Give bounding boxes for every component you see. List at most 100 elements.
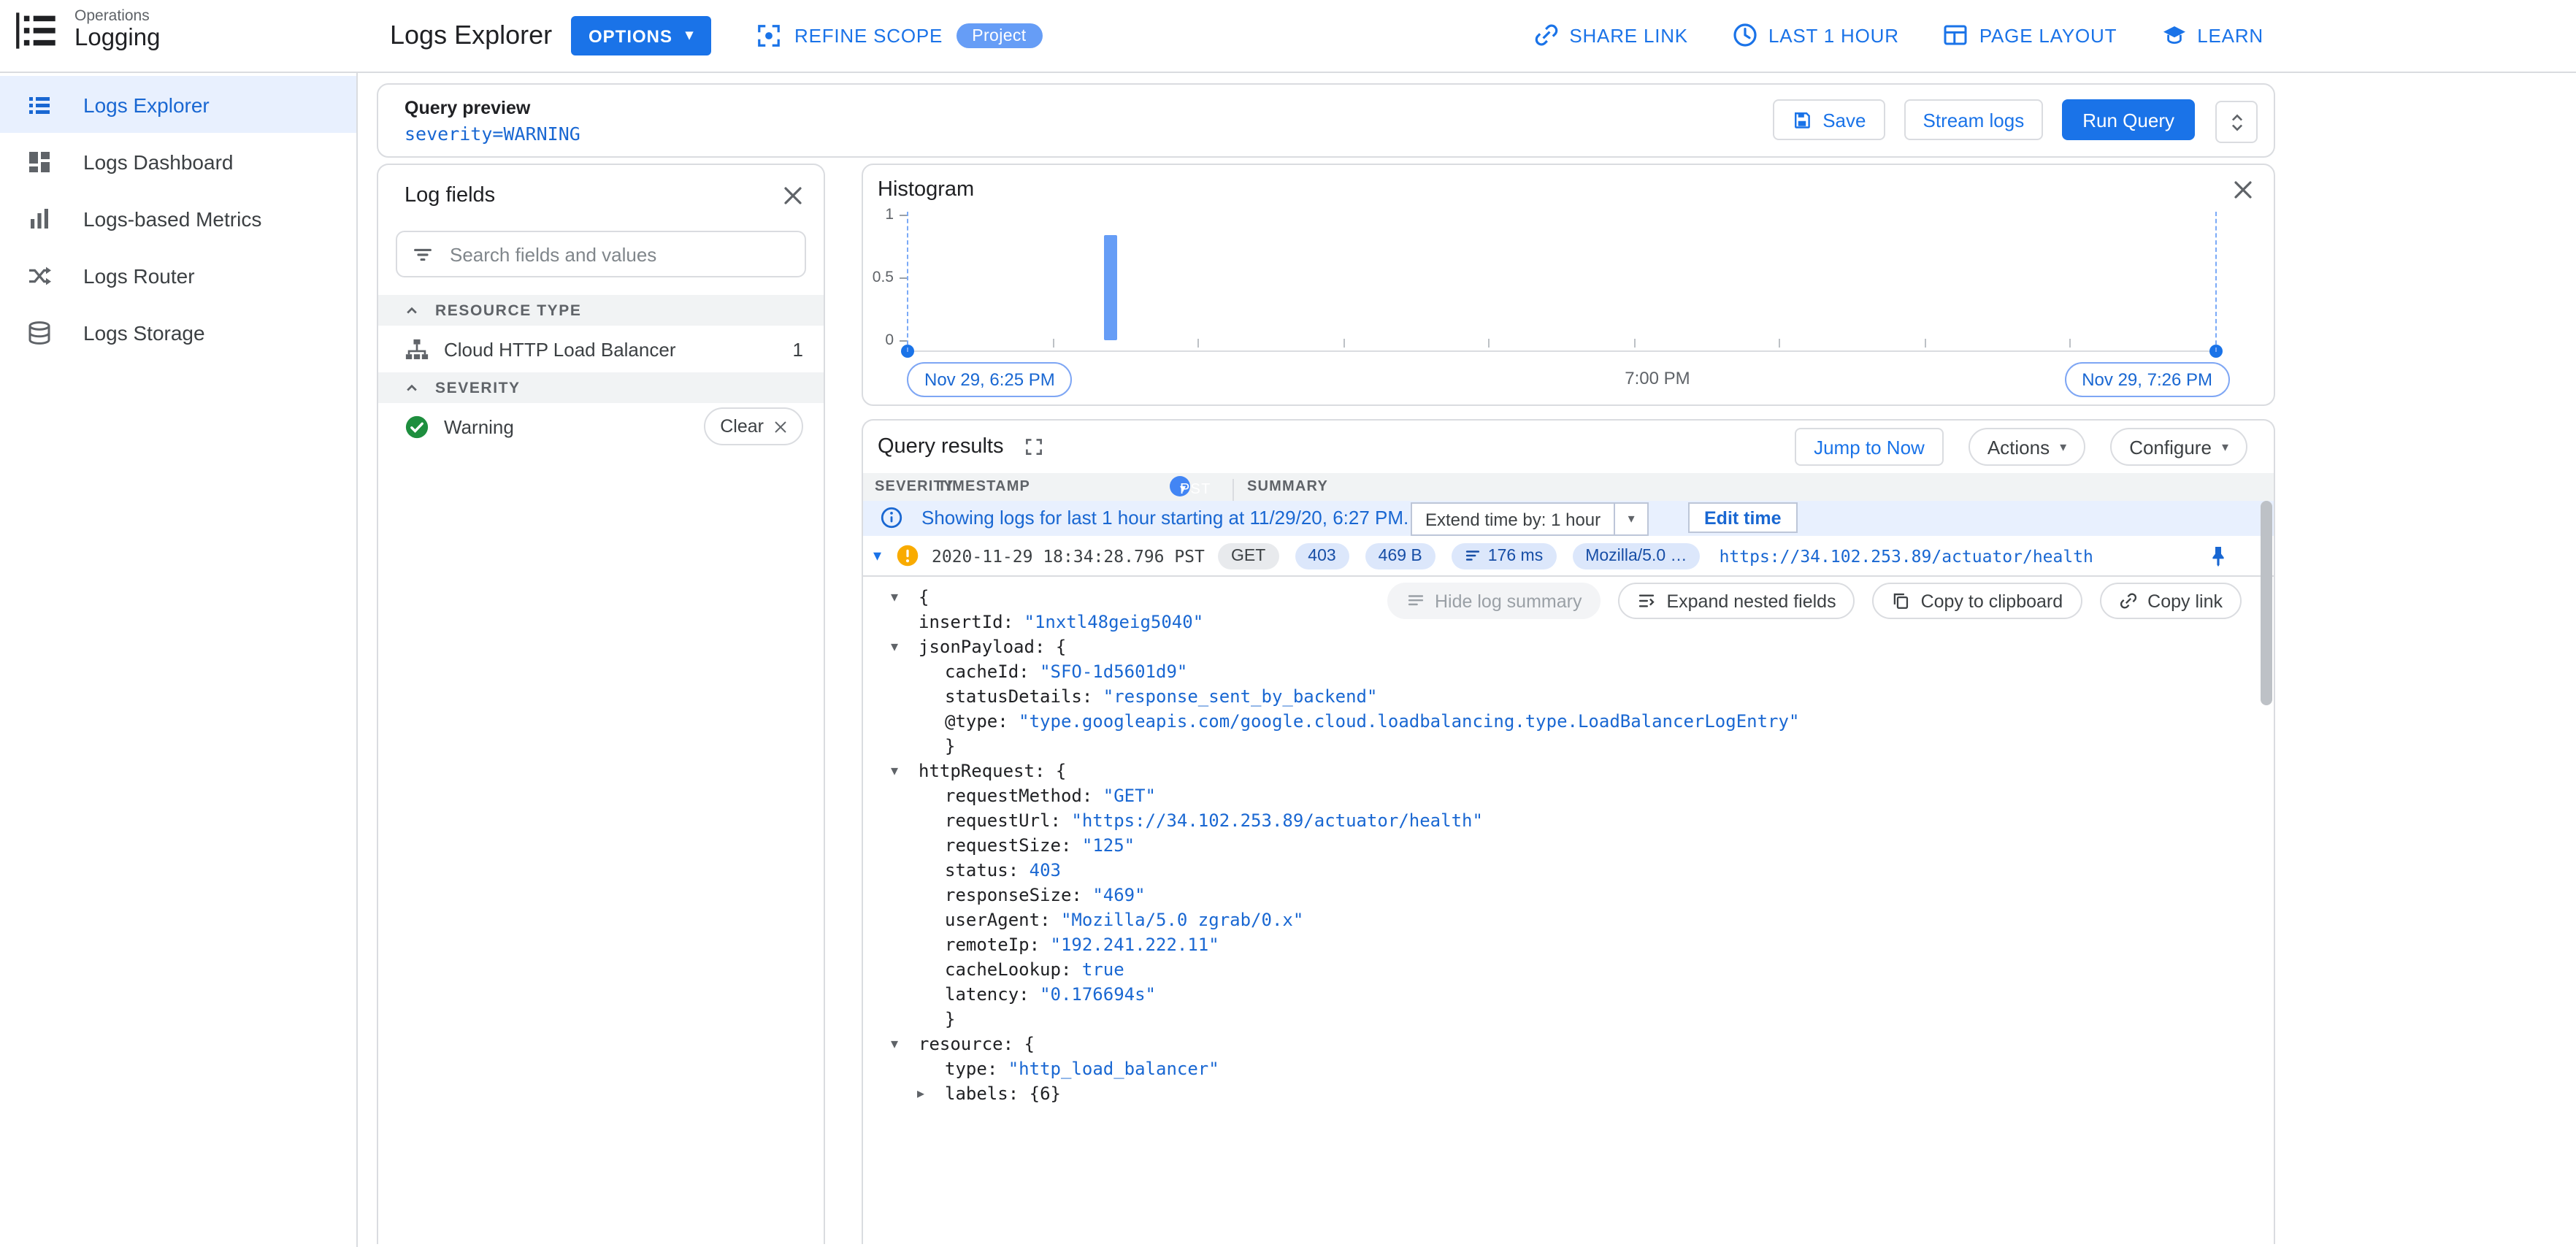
load-balancer-icon [405,337,429,361]
json-value: "https://34.102.253.89/actuator/health" [1071,810,1483,831]
json-line: requestMethod: "GET" [863,784,2274,809]
filter-icon [412,243,434,265]
range-end-line [2215,212,2217,352]
sidebar-item-logs-storage[interactable]: Logs Storage [0,304,356,361]
json-punct: { [1055,761,1067,781]
json-value: "SFO-1d5601d9" [1040,661,1188,682]
json-colon: : [1003,1034,1024,1054]
copy-link-button[interactable]: Copy link [2099,583,2242,619]
chip-label: 403 [1308,547,1336,564]
json-line: type: "http_load_balancer" [863,1057,2274,1082]
info-banner: Showing logs for last 1 hour starting at… [863,501,2274,536]
sidebar: Logs Explorer Logs Dashboard Logs-based Me… [0,72,358,1247]
timezone-selector[interactable]: PST ▾ [1170,476,1210,498]
topbar-action-share-link[interactable]: SHARE LINK [1533,22,1688,48]
copy-to-clipboard-button[interactable]: Copy to clipboard [1872,583,2082,619]
log-field-count: 1 [792,338,803,360]
json-value: "1nxtl48geig5040" [1024,612,1204,632]
timeline-tick [1052,339,1054,348]
configure-button[interactable]: Configure ▾ [2110,428,2247,466]
json-value: "response_sent_by_backend" [1103,686,1378,707]
expander-open-icon[interactable]: ▾ [891,586,898,610]
save-button[interactable]: Save [1773,99,1885,140]
edit-time-button[interactable]: Edit time [1688,502,1798,533]
json-line: ▸ labels: {6} [863,1082,2274,1107]
query-preview-label: Query preview [405,98,531,118]
save-button-label: Save [1822,109,1866,131]
log-entry-json: Hide log summary Expand nested fields Copy… [863,577,2274,1107]
topbar-action-page-layout[interactable]: PAGE LAYOUT [1943,22,2117,48]
expander-open-icon[interactable]: ▾ [891,635,898,660]
column-summary: SUMMARY [1247,479,1328,495]
topbar-actions: SHARE LINK LAST 1 HOUR PAGE LAYOUT LEARN [1533,0,2263,70]
pin-icon[interactable] [2207,544,2230,567]
entry-chip-469-b[interactable]: 469 B [1365,542,1435,569]
log-fields-title: Log fields [405,183,496,207]
json-colon: : [1034,637,1056,657]
entry-chip-176-ms[interactable]: 176 ms [1451,542,1557,569]
logs-router-icon [26,262,53,288]
logs-explorer-app: Operations Logging Logs Explorer OPTIONS… [0,0,2576,1247]
range-start-label[interactable]: Nov 29, 6:25 PM [907,362,1073,397]
latency-sort-icon [1465,548,1481,564]
toolbar-button-label: Copy link [2147,591,2223,611]
options-button[interactable]: OPTIONS ▾ [571,16,712,55]
json-colon: : [997,711,1019,732]
entry-chip-403[interactable]: 403 [1295,542,1349,569]
close-icon[interactable] [783,185,803,205]
query-editor-expand-button[interactable] [2215,101,2258,143]
stream-logs-button[interactable]: Stream logs [1904,99,2044,140]
expand-nested-fields-button[interactable]: Expand nested fields [1618,583,1855,619]
clear-filter-button[interactable]: Clear [704,407,803,445]
y-axis-label: 1 [885,206,894,223]
timeline-tick [2069,339,2071,348]
options-button-label: OPTIONS [589,26,673,46]
range-end-label[interactable]: Nov 29, 7:26 PM [2064,362,2230,397]
chip-label: 176 ms [1487,547,1544,564]
json-colon: : [1050,810,1072,831]
log-entry-row[interactable]: ▾ 2020-11-29 18:34:28.796 PST GET 403 469 … [863,536,2274,577]
log-field-item-cloud-http-load-balancer[interactable]: Cloud HTTP Load Balancer 1 [378,326,824,372]
log-fields-section-resource-type[interactable]: RESOURCE TYPE [378,295,824,326]
json-key: cacheLookup [945,959,1061,980]
log-field-item-warning[interactable]: Warning Clear [378,403,824,450]
topbar-action-last-1-hour[interactable]: LAST 1 HOUR [1732,22,1899,48]
entry-chip-mozilla-5-0[interactable]: Mozilla/5.0 … [1572,542,1701,569]
json-key: latency [945,984,1019,1005]
jump-to-now-button[interactable]: Jump to Now [1795,428,1944,466]
search-fields-input[interactable] [447,242,790,266]
expander-open-icon[interactable]: ▾ [891,1032,898,1057]
collapse-entry-icon[interactable]: ▾ [873,546,894,565]
query-preview-text[interactable]: severity=WARNING [405,123,580,145]
sidebar-item-label: Logs Router [83,264,195,287]
refine-scope-button[interactable]: REFINE SCOPE Project [756,16,1043,55]
warning-severity-icon [897,545,919,567]
log-fields-search[interactable] [396,231,806,277]
entry-chip-get[interactable]: GET [1218,542,1279,569]
section-header-label: RESOURCE TYPE [435,302,582,319]
extend-time-control[interactable]: Extend time by: 1 hour ▾ [1411,502,1649,536]
expander-closed-icon[interactable]: ▸ [917,1082,924,1107]
log-fields-section-severity[interactable]: SEVERITY [378,372,824,403]
actions-button[interactable]: Actions ▾ [1968,428,2086,466]
sidebar-item-logs-based-metrics[interactable]: Logs-based Metrics [0,190,356,247]
json-key: userAgent [945,910,1040,930]
fullscreen-icon[interactable] [1024,437,1044,457]
chevron-down-icon[interactable]: ▾ [1615,511,1647,527]
sidebar-item-logs-dashboard[interactable]: Logs Dashboard [0,133,356,190]
histogram-chart: Nov 29, 6:25 PM 7:00 PM Nov 29, 7:26 PM … [863,165,2274,404]
y-axis-tick [900,340,907,342]
results-scrollbar-thumb[interactable] [2261,501,2272,705]
topbar-action-learn[interactable]: LEARN [2161,22,2263,48]
brand[interactable]: Operations Logging [15,7,160,53]
histogram-bar[interactable] [1103,235,1117,340]
expander-open-icon[interactable]: ▾ [891,759,898,784]
json-value: "0.176694s" [1040,984,1157,1005]
topbar: Operations Logging Logs Explorer OPTIONS… [0,0,2576,73]
run-query-label: Run Query [2082,109,2174,131]
sidebar-item-logs-router[interactable]: Logs Router [0,247,356,304]
json-line: latency: "0.176694s" [863,983,2274,1008]
run-query-button[interactable]: Run Query [2062,99,2195,140]
query-preview-actions: Save Stream logs Run Query [1773,99,2195,140]
sidebar-item-logs-explorer[interactable]: Logs Explorer [0,76,356,133]
